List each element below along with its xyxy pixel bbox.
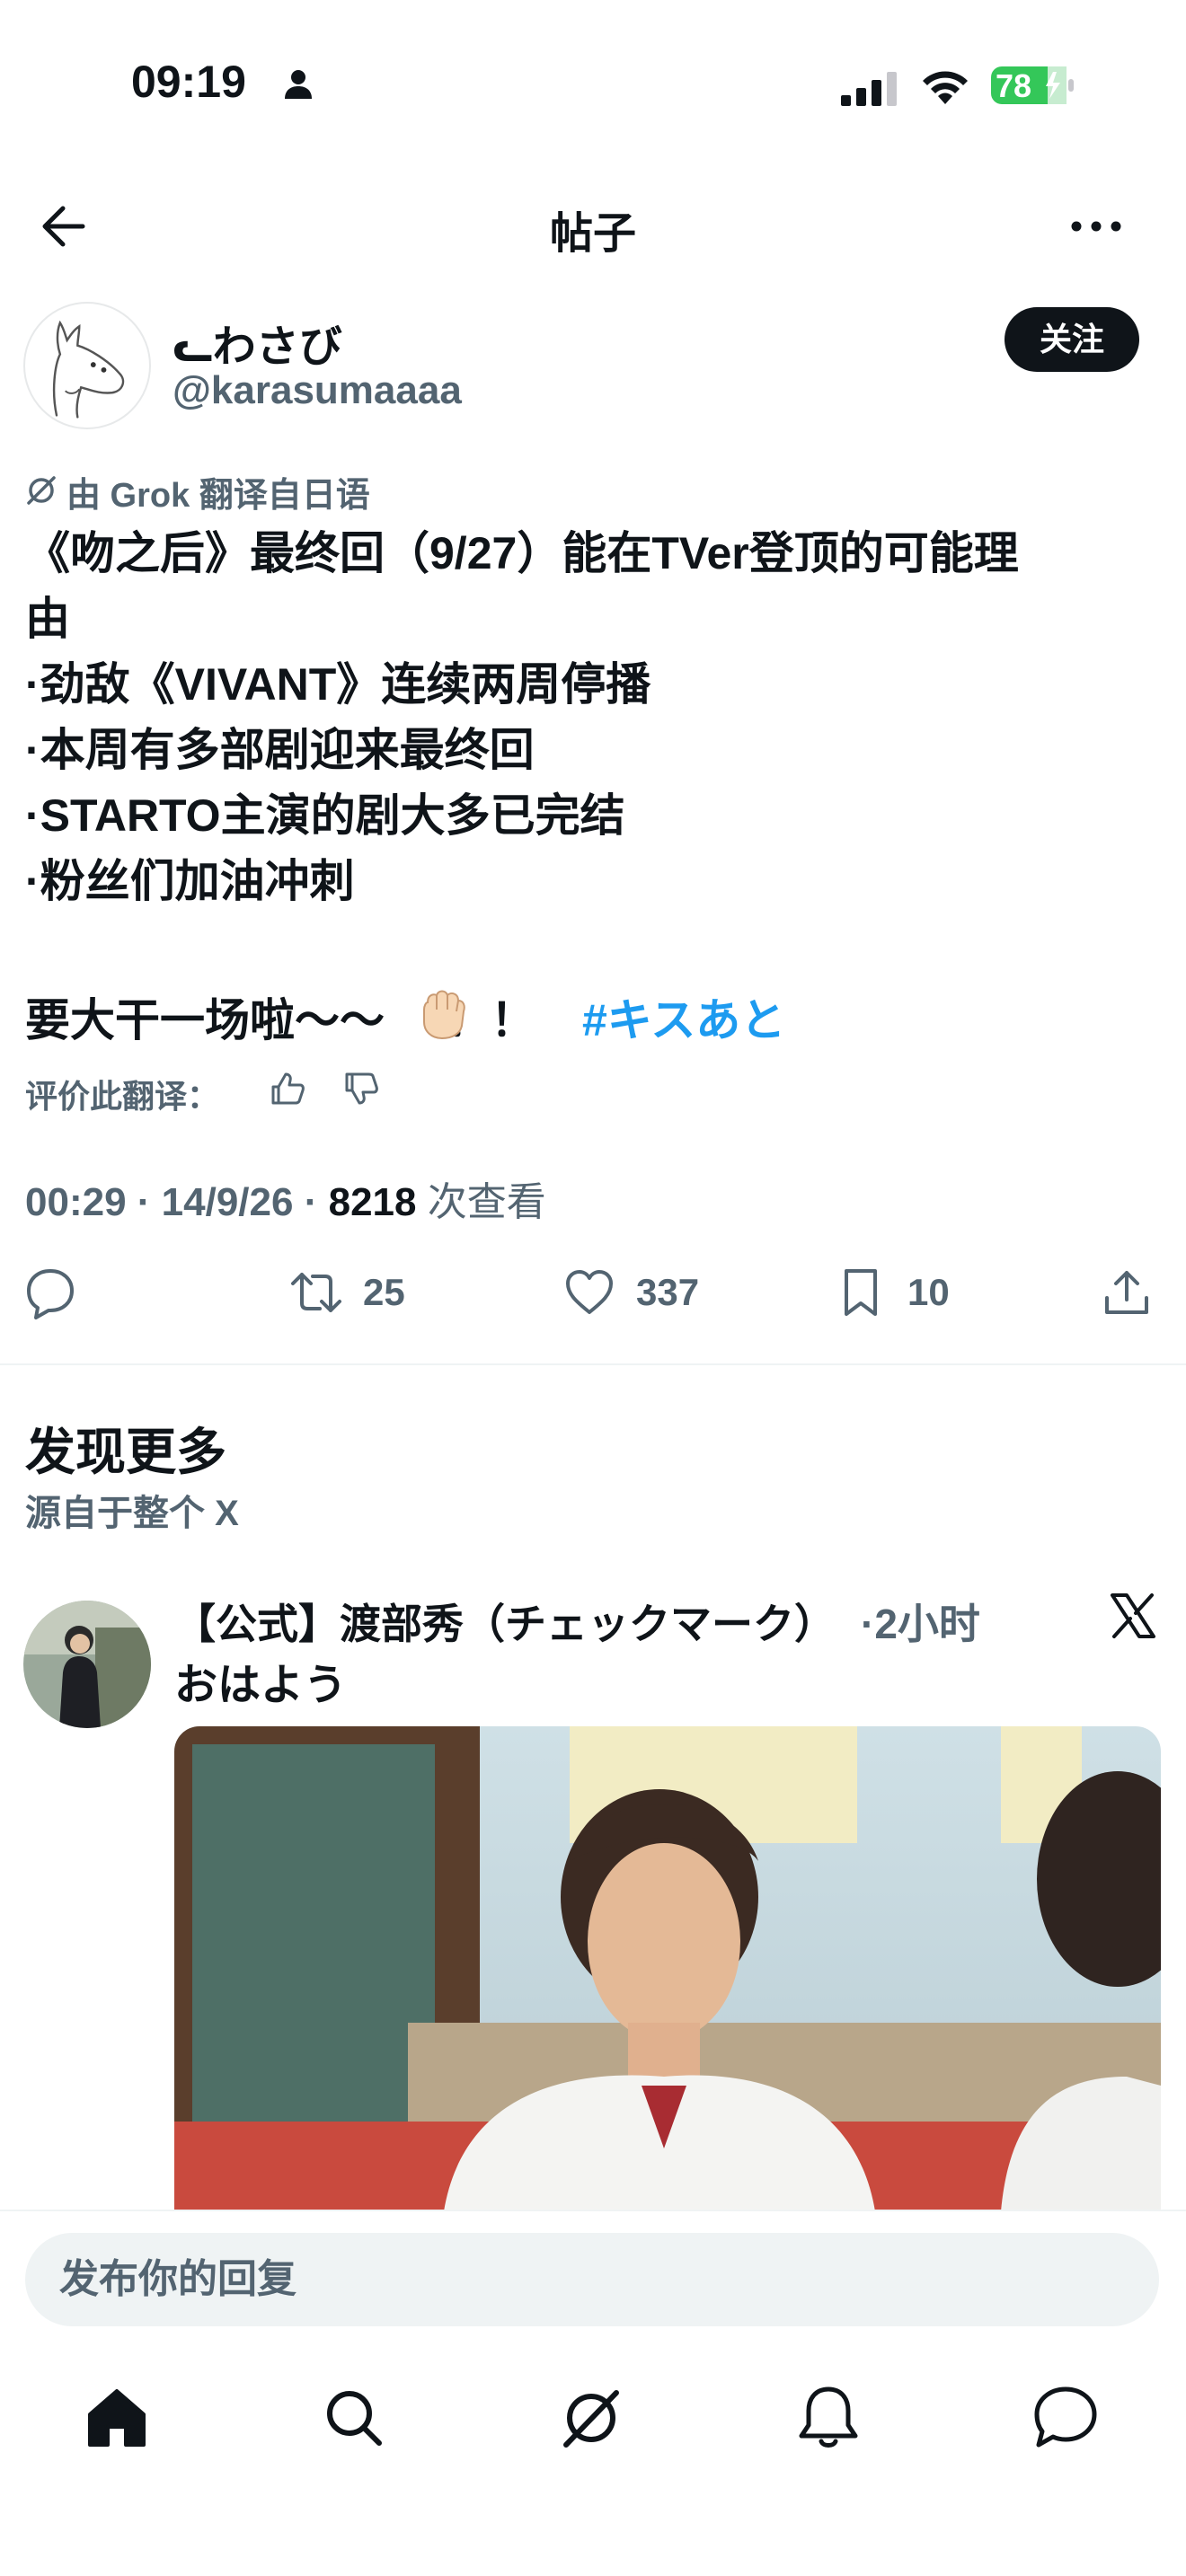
share-button[interactable] [1100,1261,1154,1324]
thumbs-down-icon[interactable] [341,1069,381,1108]
post-line: ·STARTO主演的剧大多已完结 [25,790,625,841]
bookmark-count: 10 [907,1271,950,1313]
nav-messages[interactable] [1030,2382,1102,2454]
discover-more-subtitle: 源自于整个 X [25,1494,239,1533]
heart-icon [566,1270,613,1314]
bookmark-button[interactable]: 10 [834,1261,950,1324]
author-name[interactable]: ᓚわさび [173,311,342,374]
battery-level: 78 [996,67,1032,104]
recommended-author-name[interactable]: 【公式】渡部秀（チェックマーク） [174,1592,836,1651]
repost-count: 25 [363,1271,405,1313]
nav-grok[interactable] [555,2382,627,2454]
section-divider [0,1363,1186,1365]
view-count: 8218 [328,1180,417,1224]
follow-button[interactable]: 关注 [1005,307,1139,372]
rate-translation-label: 评价此翻译： [25,1078,220,1115]
cellular-signal-icon [841,72,897,106]
grok-icon [27,476,56,505]
reply-input[interactable] [25,2233,1159,2326]
post-line: 由 [25,594,70,644]
author-avatar[interactable] [23,302,151,429]
like-count: 337 [636,1271,700,1313]
recommended-post-image[interactable] [174,1726,1161,2211]
post-line: ·本周有多部剧迎来最终回 [25,725,535,775]
post-time: 00:29 [25,1180,127,1224]
post-date: 14/9/26 [161,1180,294,1224]
post-line: ·粉丝们加油冲刺 [25,856,355,906]
moomin-avatar-icon [52,320,125,419]
thumbs-up-icon[interactable] [268,1069,307,1108]
repost-icon [291,1273,341,1312]
like-button[interactable]: 337 [562,1261,699,1324]
author-handle[interactable]: @karasumaaaa [173,368,462,413]
x-logo-icon [1111,1593,1155,1638]
translation-notice: 由 Grok 翻译自日语 [66,477,370,515]
page-title: 帖子 [549,210,636,258]
drama-still-photo-icon [174,1726,1161,2211]
post-meta: 00:29 · 14/9/26 · 8218 次查看 [25,1180,546,1224]
post-closing-text: 要大干一场啦～～ [25,995,385,1045]
bookmark-icon [845,1269,877,1316]
post-body: 《吻之后》最终回（9/27）能在TVer登顶的可能理 由 ·劲敌《VIVANT》… [25,521,1166,914]
wifi-icon [923,71,968,104]
reply-icon [27,1269,74,1319]
bell-icon [799,2386,858,2448]
discover-more-title: 发现更多 [25,1424,226,1480]
post-line: ·劲敌《VIVANT》连续两周停播 [25,659,651,710]
search-icon [327,2391,382,2446]
home-icon [88,2389,146,2447]
hashtag-link[interactable]: #キスあと [582,984,785,1049]
view-label: 次查看 [427,1180,546,1224]
raised-fist-emoji-icon [423,990,465,1040]
recommended-author-avatar[interactable] [23,1601,151,1728]
grok-icon [563,2390,619,2448]
more-options-icon[interactable] [1067,205,1125,248]
post-line: 《吻之后》最终回（9/27）能在TVer登顶的可能理 [25,528,1019,578]
status-time: 09:19 [131,57,246,107]
share-icon [1105,1271,1148,1314]
recommended-post-text: おはよう [174,1662,348,1709]
recommended-post-time: ·2小时 [861,1601,980,1647]
person-icon [285,70,312,99]
person-photo-icon [23,1601,151,1728]
nav-search[interactable] [318,2382,390,2454]
nav-home[interactable] [81,2382,153,2454]
message-icon [1034,2386,1097,2448]
nav-notifications[interactable] [792,2382,864,2454]
repost-button[interactable]: 25 [289,1261,405,1324]
battery-indicator: 78 [990,65,1075,106]
reply-button[interactable] [23,1261,77,1324]
